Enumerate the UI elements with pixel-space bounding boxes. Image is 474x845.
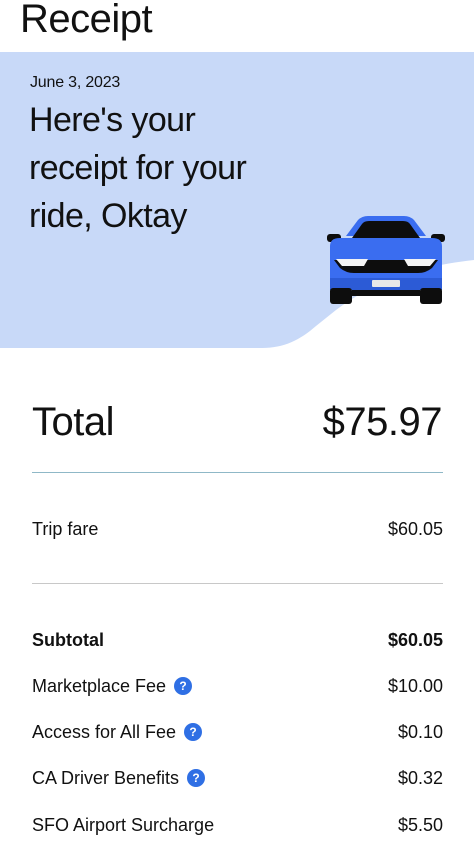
total-amount: $75.97 bbox=[322, 400, 443, 444]
ca-driver-benefits-amount: $0.32 bbox=[397, 768, 443, 788]
receipt-page: Receipt June 3, 2023 Here's your receipt… bbox=[0, 0, 474, 845]
question-mark-circle-icon[interactable]: ? bbox=[174, 677, 193, 695]
question-mark-circle-icon[interactable]: ? bbox=[187, 769, 206, 787]
sfo-airport-surcharge-amount: $5.50 bbox=[397, 815, 443, 835]
total-row: Total $75.97 bbox=[32, 398, 443, 448]
page-title: Receipt bbox=[20, 0, 153, 41]
subtotal-row: Subtotal $60.05 bbox=[32, 627, 443, 653]
sfo-airport-surcharge-label: SFO Airport Surcharge bbox=[32, 815, 215, 835]
trip-fare-amount: $60.05 bbox=[387, 519, 443, 539]
question-mark-circle-icon[interactable]: ? bbox=[184, 723, 203, 741]
access-for-all-fee-amount: $0.10 bbox=[397, 722, 443, 742]
sfo-airport-surcharge-row: SFO Airport Surcharge $5.50 bbox=[32, 812, 443, 838]
ca-driver-benefits-row: CA Driver Benefits? $0.32 bbox=[32, 765, 443, 791]
total-label: Total bbox=[32, 400, 115, 444]
fare-divider bbox=[32, 583, 443, 584]
access-for-all-fee-label: Access for All Fee bbox=[32, 722, 177, 742]
subtotal-amount: $60.05 bbox=[387, 630, 443, 650]
trip-fare-row: Trip fare $60.05 bbox=[32, 516, 443, 542]
car-icon bbox=[327, 216, 445, 304]
trip-fare-label: Trip fare bbox=[32, 519, 99, 539]
marketplace-fee-label: Marketplace Fee bbox=[32, 676, 167, 696]
total-divider bbox=[32, 472, 443, 473]
marketplace-fee-amount: $10.00 bbox=[387, 676, 443, 696]
ca-driver-benefits-label: CA Driver Benefits bbox=[32, 768, 180, 788]
access-for-all-fee-row: Access for All Fee? $0.10 bbox=[32, 719, 443, 745]
receipt-date: June 3, 2023 bbox=[30, 74, 121, 91]
marketplace-fee-row: Marketplace Fee? $10.00 bbox=[32, 673, 443, 699]
receipt-hero-banner: June 3, 2023 Here's your receipt for you… bbox=[0, 52, 474, 348]
subtotal-label: Subtotal bbox=[32, 630, 104, 650]
receipt-heading: Here's your receipt for your ride, Oktay bbox=[29, 101, 247, 235]
